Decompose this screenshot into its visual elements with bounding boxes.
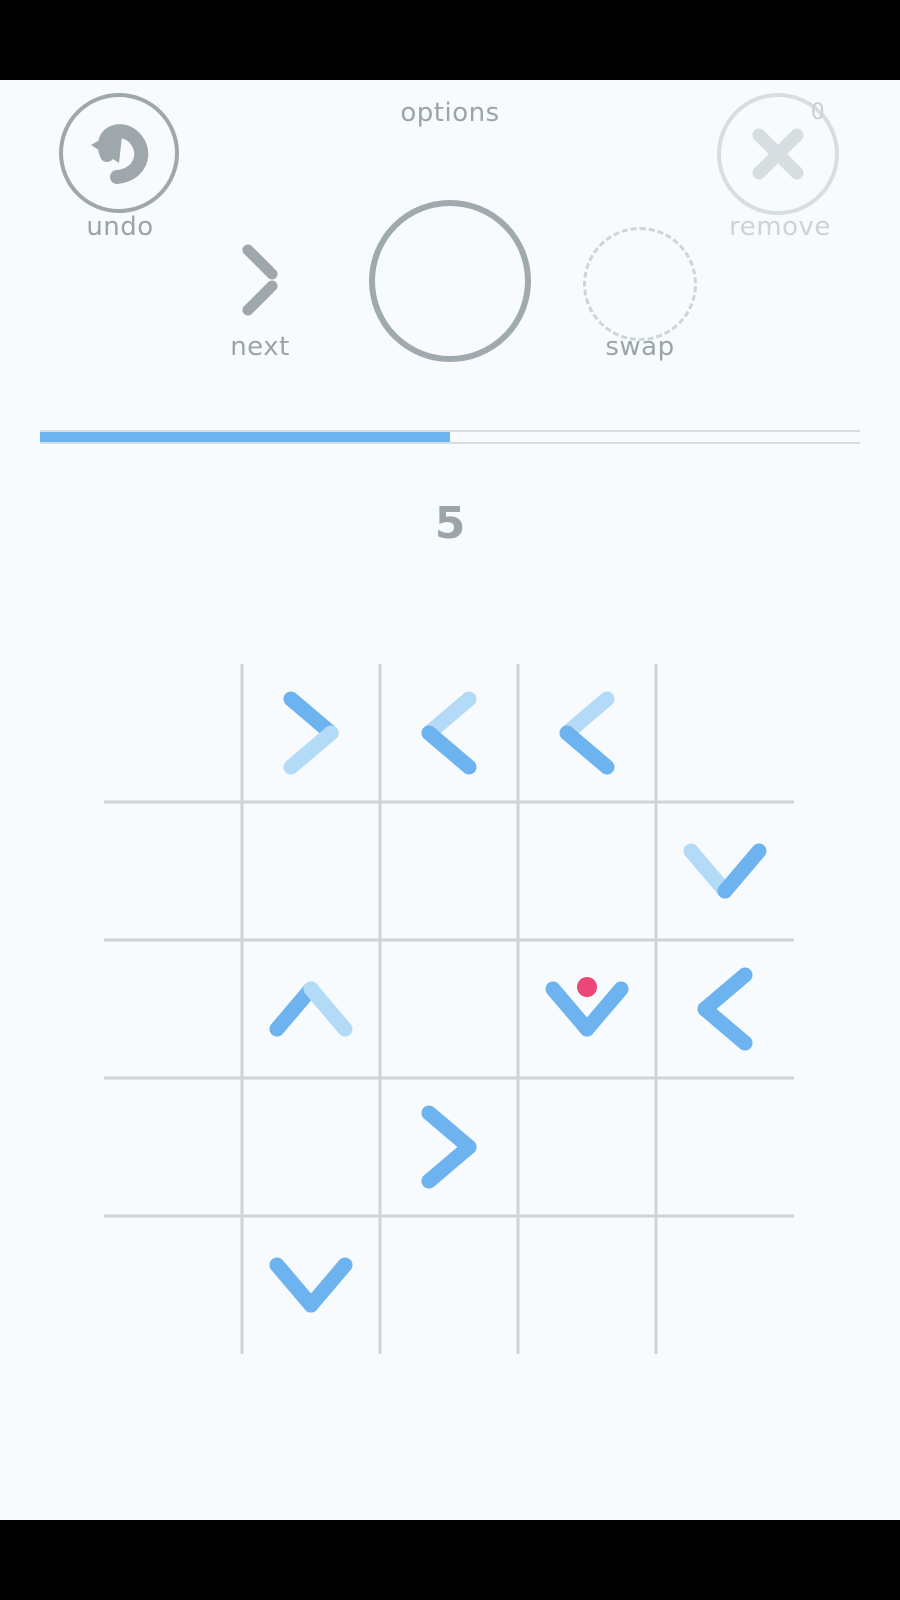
arrow-piece-stroke — [303, 981, 353, 1037]
arrow-piece-stroke — [683, 843, 733, 899]
game-screen: options undo 0 remove next swap 5 — [0, 80, 900, 1520]
arrow-piece-stroke — [421, 691, 477, 741]
arrow-piece-stroke — [559, 725, 615, 775]
arrow-piece-stroke — [559, 691, 615, 741]
arrow-piece-stroke — [283, 725, 339, 775]
arrow-piece-stroke — [421, 1105, 477, 1155]
arrow-piece-stroke — [697, 1001, 753, 1051]
arrow-piece-stroke — [421, 725, 477, 775]
arrow-piece-stroke — [421, 1139, 477, 1189]
game-board[interactable] — [0, 80, 900, 1520]
arrow-piece-stroke — [269, 1257, 319, 1313]
arrow-piece-stroke — [717, 843, 767, 899]
arrow-piece-stroke — [283, 691, 339, 741]
arrow-piece-stroke — [697, 967, 753, 1017]
arrow-piece-stroke — [303, 1257, 353, 1313]
ball-marker — [577, 977, 597, 997]
arrow-piece-stroke — [269, 981, 319, 1037]
